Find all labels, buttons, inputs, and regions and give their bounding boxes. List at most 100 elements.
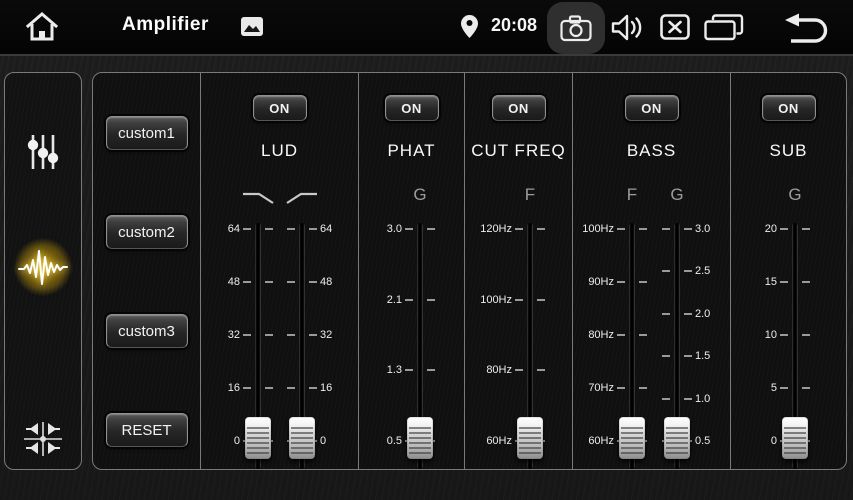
sub-slider-1-tick-label: 10 [725,327,777,343]
bass-title: BASS [573,141,730,161]
sub-slider-1-tick-label: 20 [725,221,777,237]
tick-mark [802,387,810,389]
sub-slider-1-tick-label: 5 [725,380,777,396]
sub-on-button[interactable]: ON [762,95,816,121]
shelf-down-curve-icon [241,190,275,206]
tick-mark [309,228,317,230]
shelf-up-curve-icon [285,190,319,206]
tick-mark [802,281,810,283]
channels: ONLUD644832160644832160ONPHATG3.02.11.30… [200,73,846,469]
camera-icon [560,15,592,42]
tick-mark [662,313,670,315]
recent-apps-button[interactable] [703,13,745,42]
home-button[interactable] [24,10,60,44]
tick-mark [537,228,545,230]
tick-mark [780,387,788,389]
tick-mark [427,228,435,230]
tick-mark [617,281,625,283]
bass-slider-1-tick-label: 90Hz [562,274,614,290]
lud-slider-1-tick-label: 48 [188,274,240,290]
tick-mark [684,228,692,230]
tick-mark [309,281,317,283]
lud-slider-1-tick-label: 32 [188,327,240,343]
page-title: Amplifier [122,14,209,36]
location-button[interactable] [461,15,478,38]
tick-mark [617,334,625,336]
bass-slider-2-knob[interactable] [664,417,690,459]
tick-mark [287,281,295,283]
phat-slider-1-tick-label: 3.0 [350,221,402,237]
phat-slider-1-tick-label: 1.3 [350,362,402,378]
tick-mark [265,228,273,230]
tick-mark [684,355,692,357]
cut-freq-slider-1-tick-label: 100Hz [460,292,512,308]
sound-effects-wave-icon [18,247,68,287]
sidebar-item-speaker-balance[interactable] [18,414,68,464]
bass-on-button[interactable]: ON [625,95,679,121]
bass-channel: ONBASSF100Hz90Hz80Hz70Hz60HzG3.02.52.01.… [572,73,730,469]
bass-slider-2-label: G [657,185,697,205]
screenshot-button[interactable] [547,2,605,54]
tick-mark [515,228,523,230]
lud-title: LUD [201,141,358,161]
tick-mark [537,299,545,301]
sub-slider-1-tick-label: 0 [725,433,777,449]
tick-mark [427,369,435,371]
lud-slider-1-tick-label: 64 [188,221,240,237]
tick-mark [662,270,670,272]
sub-channel: ONSUBG20151050 [730,73,846,469]
gallery-button[interactable] [241,17,263,36]
tick-mark [243,228,251,230]
cut-freq-slider-1-label: F [510,185,550,205]
reset-button[interactable]: RESET [106,413,188,447]
volume-button[interactable] [611,13,643,42]
presets-column: custom1 custom2 custom3 RESET [93,73,200,469]
custom2-button[interactable]: custom2 [106,215,188,249]
close-app-button[interactable] [660,14,690,40]
tick-mark [265,334,273,336]
tick-mark [405,299,413,301]
custom1-button[interactable]: custom1 [106,116,188,150]
tick-mark [515,369,523,371]
phat-title: PHAT [359,141,464,161]
phat-slider-1-label: G [400,185,440,205]
bass-slider-1-knob[interactable] [619,417,645,459]
sub-title: SUB [731,141,846,161]
lud-on-button[interactable]: ON [253,95,307,121]
tick-mark [662,398,670,400]
cut-freq-title: CUT FREQ [465,141,572,161]
amplifier-panel: custom1 custom2 custom3 RESET ON LUD 64 48 3… [92,72,847,470]
phat-on-button[interactable]: ON [385,95,439,121]
phat-slider-1-knob[interactable] [407,417,433,459]
tick-mark [405,369,413,371]
tick-mark [639,334,647,336]
back-icon [784,13,830,43]
cut-freq-on-button[interactable]: ON [492,95,546,121]
speaker-balance-icon [22,418,64,460]
cut-freq-slider-1-knob[interactable] [517,417,543,459]
cut-freq-slider-1-tick-label: 120Hz [460,221,512,237]
lud-slider-1-tick-label: 16 [188,380,240,396]
gallery-icon [241,17,263,36]
lud-slider-2-knob[interactable] [289,417,315,459]
tick-mark [684,313,692,315]
lud-slider-1-tick-label: 0 [188,433,240,449]
tick-mark [684,270,692,272]
lud-channel: ONLUD644832160644832160 [200,73,358,469]
bass-slider-1-tick-label: 100Hz [562,221,614,237]
tick-mark [802,334,810,336]
back-button[interactable] [784,13,830,43]
tick-mark [780,281,788,283]
tick-mark [243,281,251,283]
bass-slider-1-label: F [612,185,652,205]
bass-slider-1-tick-label: 70Hz [562,380,614,396]
sidebar [4,72,82,470]
sub-slider-1-knob[interactable] [782,417,808,459]
sidebar-item-equalizer[interactable] [18,127,68,177]
tick-mark [243,387,251,389]
tick-mark [287,228,295,230]
lud-slider-1-knob[interactable] [245,417,271,459]
custom3-button[interactable]: custom3 [106,314,188,348]
cut-freq-slider-1-tick-label: 80Hz [460,362,512,378]
sidebar-item-sound-effects[interactable] [18,242,68,292]
